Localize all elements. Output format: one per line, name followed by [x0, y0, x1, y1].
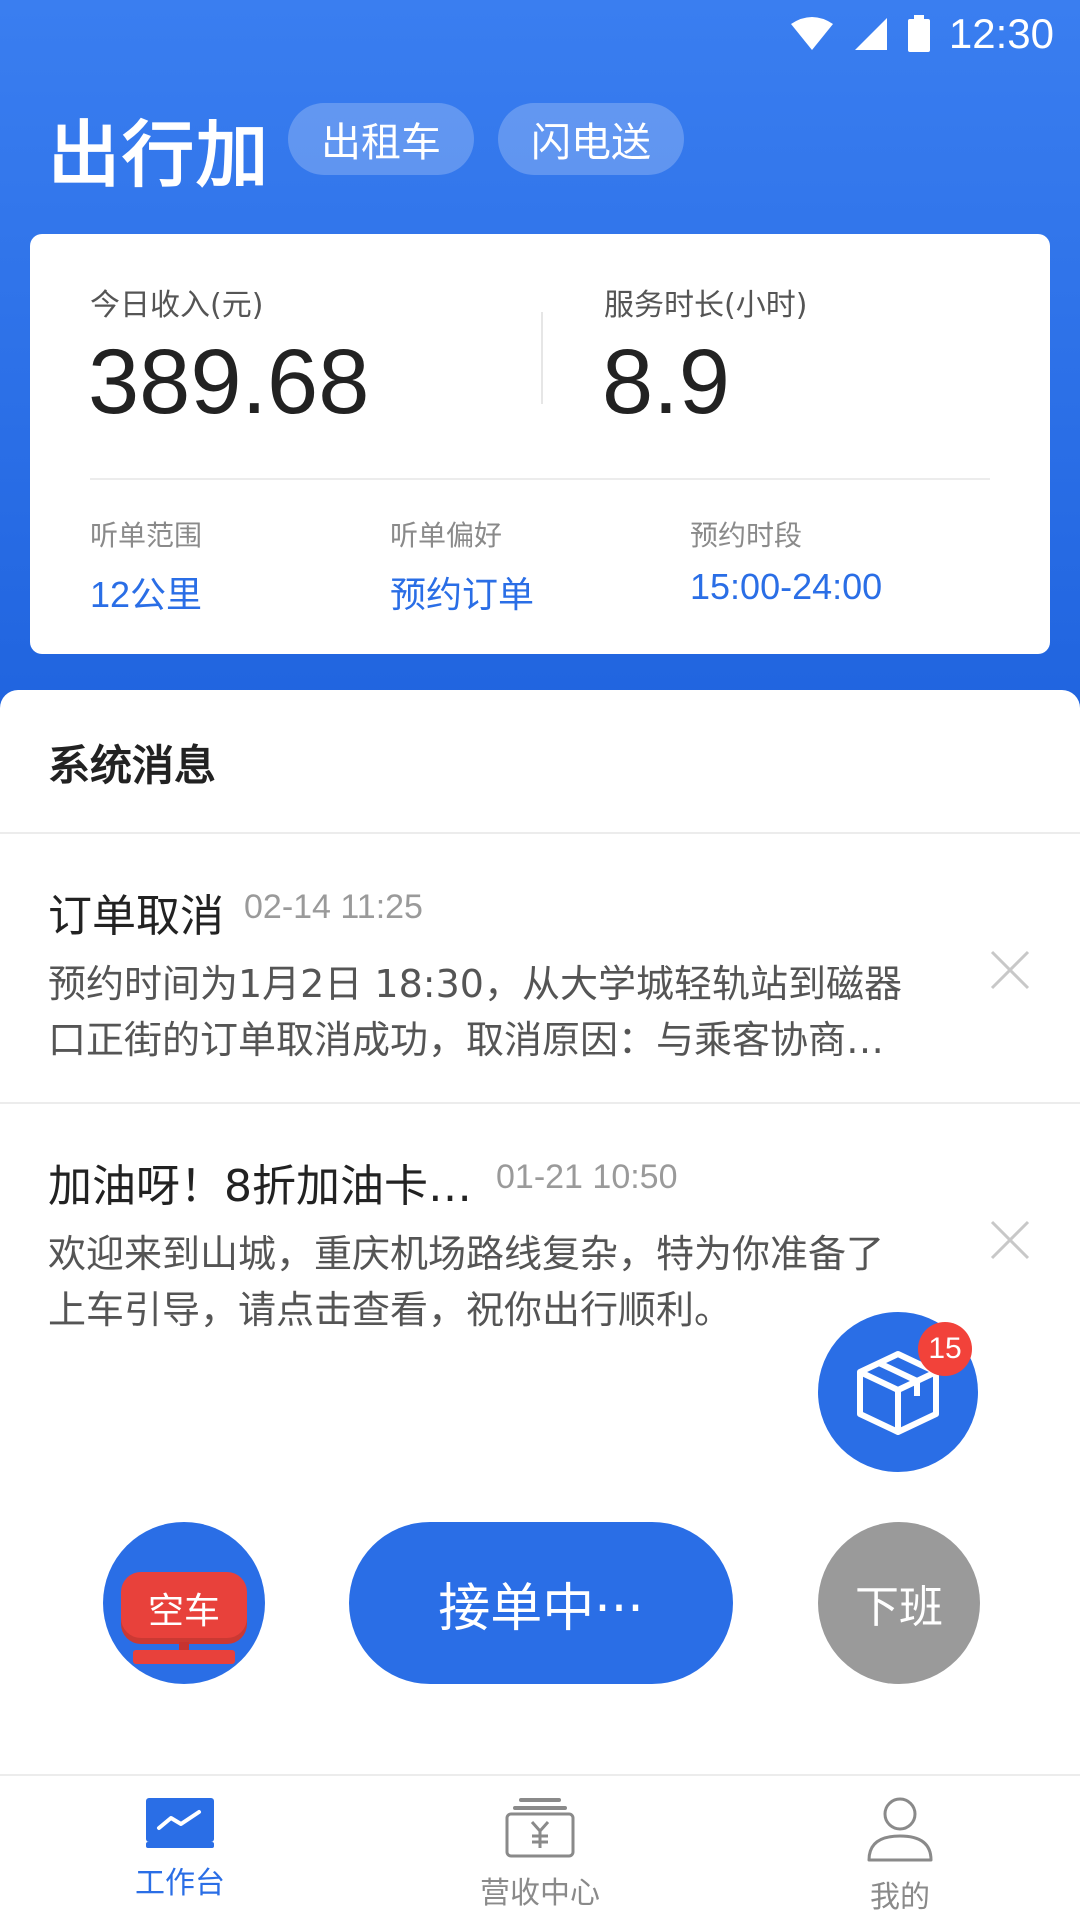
- tab-taxi-label: 出租车: [321, 120, 441, 166]
- income-value: 389.68: [88, 331, 370, 433]
- message-divider: [0, 1102, 1080, 1104]
- preference-value[interactable]: 预约订单: [390, 566, 534, 618]
- bottom-nav: 工作台 营收中心 我的: [0, 1774, 1080, 1922]
- duration-value: 8.9: [602, 331, 730, 433]
- message-body-line: 上车引导，请点击查看，祝你出行顺利。: [48, 1288, 733, 1332]
- taxi-sign-base: [133, 1650, 235, 1664]
- range-value[interactable]: 12公里: [90, 566, 202, 618]
- taxi-sign-icon: 空车: [121, 1572, 247, 1644]
- message-body-line: 欢迎来到山城，重庆机场路线复杂，特为你准备了: [48, 1232, 885, 1276]
- tab-taxi[interactable]: 出租车: [288, 103, 474, 175]
- tab-express[interactable]: 闪电送: [498, 103, 684, 175]
- revenue-icon: [505, 1798, 575, 1858]
- message-body[interactable]: 预约时间为1月2日 18:30，从大学城轻轨站到磁器 口正街的订单取消成功，取消…: [48, 956, 928, 1068]
- battery-icon: [907, 15, 930, 52]
- time-window-label: 预约时段: [690, 519, 803, 552]
- section-title: 系统消息: [48, 741, 217, 790]
- nav-item-profile[interactable]: 我的: [800, 1796, 1000, 1916]
- nav-item-workbench[interactable]: 工作台: [80, 1796, 280, 1916]
- accepting-orders-label: 接单中···: [438, 1578, 644, 1639]
- status-bar: 12:30: [0, 0, 1080, 72]
- nav-label-revenue: 营收中心: [480, 1876, 600, 1911]
- message-time: 02-14 11:25: [244, 888, 423, 926]
- stats-card: 今日收入(元) 389.68 服务时长(小时) 8.9 听单范围 12公里 听单…: [30, 234, 1050, 654]
- duration-label: 服务时长(小时): [604, 288, 808, 323]
- preference-label: 听单偏好: [390, 519, 503, 552]
- nav-label-workbench: 工作台: [135, 1866, 225, 1901]
- tab-express-label: 闪电送: [531, 120, 651, 166]
- message-body-line: 口正街的订单取消成功，取消原因：与乘客协商…: [48, 1018, 885, 1062]
- section-divider: [0, 832, 1080, 834]
- signal-icon: [854, 18, 887, 50]
- close-icon[interactable]: [988, 1218, 1032, 1262]
- app-title: 出行加: [48, 113, 271, 197]
- message-body[interactable]: 欢迎来到山城，重庆机场路线复杂，特为你准备了 上车引导，请点击查看，祝你出行顺利…: [48, 1226, 928, 1338]
- stats-divider: [541, 312, 543, 404]
- message-time: 01-21 10:50: [496, 1158, 678, 1196]
- status-time: 12:30: [948, 10, 1054, 57]
- notification-badge: 15: [918, 1322, 972, 1376]
- accepting-orders-button[interactable]: 接单中···: [349, 1522, 733, 1684]
- profile-icon: [867, 1797, 933, 1862]
- range-label: 听单范围: [90, 519, 203, 552]
- time-window-value[interactable]: 15:00-24:00: [690, 566, 882, 608]
- workbench-icon: [146, 1798, 214, 1848]
- stats-separator: [90, 478, 990, 480]
- income-label: 今日收入(元): [90, 288, 264, 323]
- message-body-line: 预约时间为1月2日 18:30，从大学城轻轨站到磁器: [48, 962, 902, 1006]
- nav-item-revenue[interactable]: 营收中心: [440, 1796, 640, 1916]
- nav-label-profile: 我的: [870, 1880, 930, 1915]
- message-title[interactable]: 订单取消: [48, 880, 224, 944]
- close-icon[interactable]: [988, 948, 1032, 992]
- off-duty-button[interactable]: 下班: [818, 1522, 980, 1684]
- empty-car-label: 空车: [147, 1591, 220, 1632]
- wifi-icon: [790, 17, 833, 50]
- empty-car-button[interactable]: 空车: [103, 1522, 265, 1684]
- message-title[interactable]: 加油呀！8折加油卡…: [48, 1150, 472, 1214]
- off-duty-label: 下班: [855, 1582, 943, 1633]
